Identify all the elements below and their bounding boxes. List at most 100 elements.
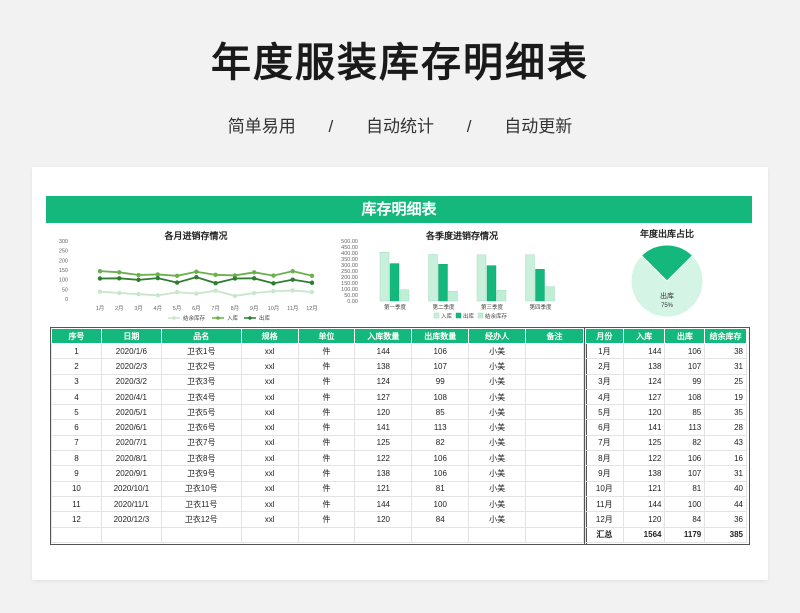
table-cell[interactable]: 125 xyxy=(354,434,413,452)
table-cell[interactable] xyxy=(525,404,584,421)
table-cell[interactable] xyxy=(525,480,584,497)
table-cell[interactable]: 小美 xyxy=(468,419,527,436)
table-cell[interactable]: 小美 xyxy=(468,450,527,467)
table-cell[interactable]: 85 xyxy=(411,404,470,421)
summary-cell[interactable]: 12月 xyxy=(585,511,624,528)
summary-total-cell[interactable]: 1179 xyxy=(664,526,706,543)
summary-cell[interactable]: 85 xyxy=(664,404,706,421)
table-cell[interactable]: 件 xyxy=(297,388,356,406)
table-cell[interactable] xyxy=(525,511,584,528)
table-cell[interactable] xyxy=(525,419,584,436)
summary-cell[interactable]: 108 xyxy=(664,388,706,406)
table-cell[interactable] xyxy=(525,388,584,406)
table-cell[interactable]: 106 xyxy=(411,342,470,360)
table-cell[interactable]: 卫衣6号 xyxy=(160,419,242,436)
table-cell[interactable]: 卫衣4号 xyxy=(160,388,242,406)
table-cell[interactable]: xxl xyxy=(240,450,299,467)
table-cell[interactable]: 小美 xyxy=(468,434,527,452)
table-cell[interactable]: 小美 xyxy=(468,465,527,482)
table-cell[interactable]: 2020/3/2 xyxy=(100,373,162,390)
table-cell[interactable]: xxl xyxy=(240,388,299,406)
table-cell[interactable]: 件 xyxy=(297,358,356,375)
summary-cell[interactable]: 81 xyxy=(664,480,706,497)
table-cell[interactable]: 141 xyxy=(354,419,413,436)
table-cell[interactable]: 10 xyxy=(51,480,102,497)
table-cell[interactable]: xxl xyxy=(240,465,299,482)
summary-cell[interactable]: 82 xyxy=(664,434,706,452)
table-cell[interactable]: xxl xyxy=(240,404,299,421)
summary-cell[interactable]: 144 xyxy=(622,342,666,360)
table-cell[interactable]: 2020/10/1 xyxy=(100,480,162,497)
table-cell[interactable] xyxy=(525,434,584,452)
summary-cell[interactable]: 44 xyxy=(704,495,747,513)
table-cell[interactable] xyxy=(297,526,356,543)
table-cell[interactable]: 卫衣8号 xyxy=(160,450,242,467)
table-cell[interactable]: 卫衣9号 xyxy=(160,465,242,482)
table-cell[interactable] xyxy=(468,526,527,543)
table-cell[interactable]: 106 xyxy=(411,465,470,482)
table-cell[interactable]: xxl xyxy=(240,495,299,513)
summary-total-cell[interactable]: 385 xyxy=(704,526,747,543)
table-cell[interactable]: 4 xyxy=(51,388,102,406)
table-cell[interactable]: 卫衣3号 xyxy=(160,373,242,390)
summary-total-cell[interactable]: 汇总 xyxy=(585,526,624,543)
table-cell[interactable]: 106 xyxy=(411,450,470,467)
summary-cell[interactable]: 121 xyxy=(622,480,666,497)
summary-cell[interactable]: 31 xyxy=(704,465,747,482)
summary-cell[interactable]: 43 xyxy=(704,434,747,452)
table-cell[interactable]: xxl xyxy=(240,358,299,375)
table-cell[interactable]: 2020/4/1 xyxy=(100,388,162,406)
table-cell[interactable]: xxl xyxy=(240,419,299,436)
table-cell[interactable]: 2020/8/1 xyxy=(100,450,162,467)
table-cell[interactable]: 卫衣1号 xyxy=(160,342,242,360)
table-cell[interactable]: 5 xyxy=(51,404,102,421)
table-cell[interactable]: 小美 xyxy=(468,373,527,390)
table-cell[interactable]: 138 xyxy=(354,465,413,482)
summary-cell[interactable]: 138 xyxy=(622,358,666,375)
summary-cell[interactable]: 106 xyxy=(664,342,706,360)
summary-cell[interactable]: 84 xyxy=(664,511,706,528)
table-cell[interactable]: 件 xyxy=(297,419,356,436)
summary-cell[interactable]: 113 xyxy=(664,419,706,436)
table-cell[interactable]: 小美 xyxy=(468,480,527,497)
table-cell[interactable]: 2020/11/1 xyxy=(100,495,162,513)
summary-cell[interactable]: 28 xyxy=(704,419,747,436)
table-cell[interactable]: 124 xyxy=(354,373,413,390)
table-cell[interactable]: 138 xyxy=(354,358,413,375)
table-cell[interactable]: 2020/12/3 xyxy=(100,511,162,528)
summary-cell[interactable]: 107 xyxy=(664,358,706,375)
summary-cell[interactable]: 19 xyxy=(704,388,747,406)
table-cell[interactable]: 件 xyxy=(297,404,356,421)
table-cell[interactable]: 小美 xyxy=(468,404,527,421)
table-cell[interactable]: 11 xyxy=(51,495,102,513)
table-cell[interactable]: 7 xyxy=(51,434,102,452)
summary-cell[interactable]: 25 xyxy=(704,373,747,390)
summary-cell[interactable]: 120 xyxy=(622,404,666,421)
table-cell[interactable] xyxy=(525,495,584,513)
table-cell[interactable]: 127 xyxy=(354,388,413,406)
table-cell[interactable]: 8 xyxy=(51,450,102,467)
summary-cell[interactable]: 10月 xyxy=(585,480,624,497)
summary-cell[interactable]: 35 xyxy=(704,404,747,421)
summary-cell[interactable]: 107 xyxy=(664,465,706,482)
summary-cell[interactable]: 1月 xyxy=(585,342,624,360)
table-cell[interactable]: 2020/1/6 xyxy=(100,342,162,360)
summary-cell[interactable]: 141 xyxy=(622,419,666,436)
summary-cell[interactable]: 38 xyxy=(704,342,747,360)
summary-cell[interactable]: 9月 xyxy=(585,465,624,482)
table-cell[interactable]: 件 xyxy=(297,511,356,528)
table-cell[interactable]: 件 xyxy=(297,450,356,467)
summary-cell[interactable]: 11月 xyxy=(585,495,624,513)
table-cell[interactable]: 卫衣10号 xyxy=(160,480,242,497)
summary-cell[interactable]: 138 xyxy=(622,465,666,482)
table-cell[interactable]: 件 xyxy=(297,373,356,390)
table-cell[interactable]: 144 xyxy=(354,342,413,360)
summary-cell[interactable]: 122 xyxy=(622,450,666,467)
table-cell[interactable]: 144 xyxy=(354,495,413,513)
summary-cell[interactable]: 6月 xyxy=(585,419,624,436)
table-cell[interactable]: 2020/9/1 xyxy=(100,465,162,482)
table-cell[interactable]: 120 xyxy=(354,511,413,528)
table-cell[interactable] xyxy=(100,526,162,543)
table-cell[interactable]: 12 xyxy=(51,511,102,528)
table-cell[interactable]: 件 xyxy=(297,480,356,497)
